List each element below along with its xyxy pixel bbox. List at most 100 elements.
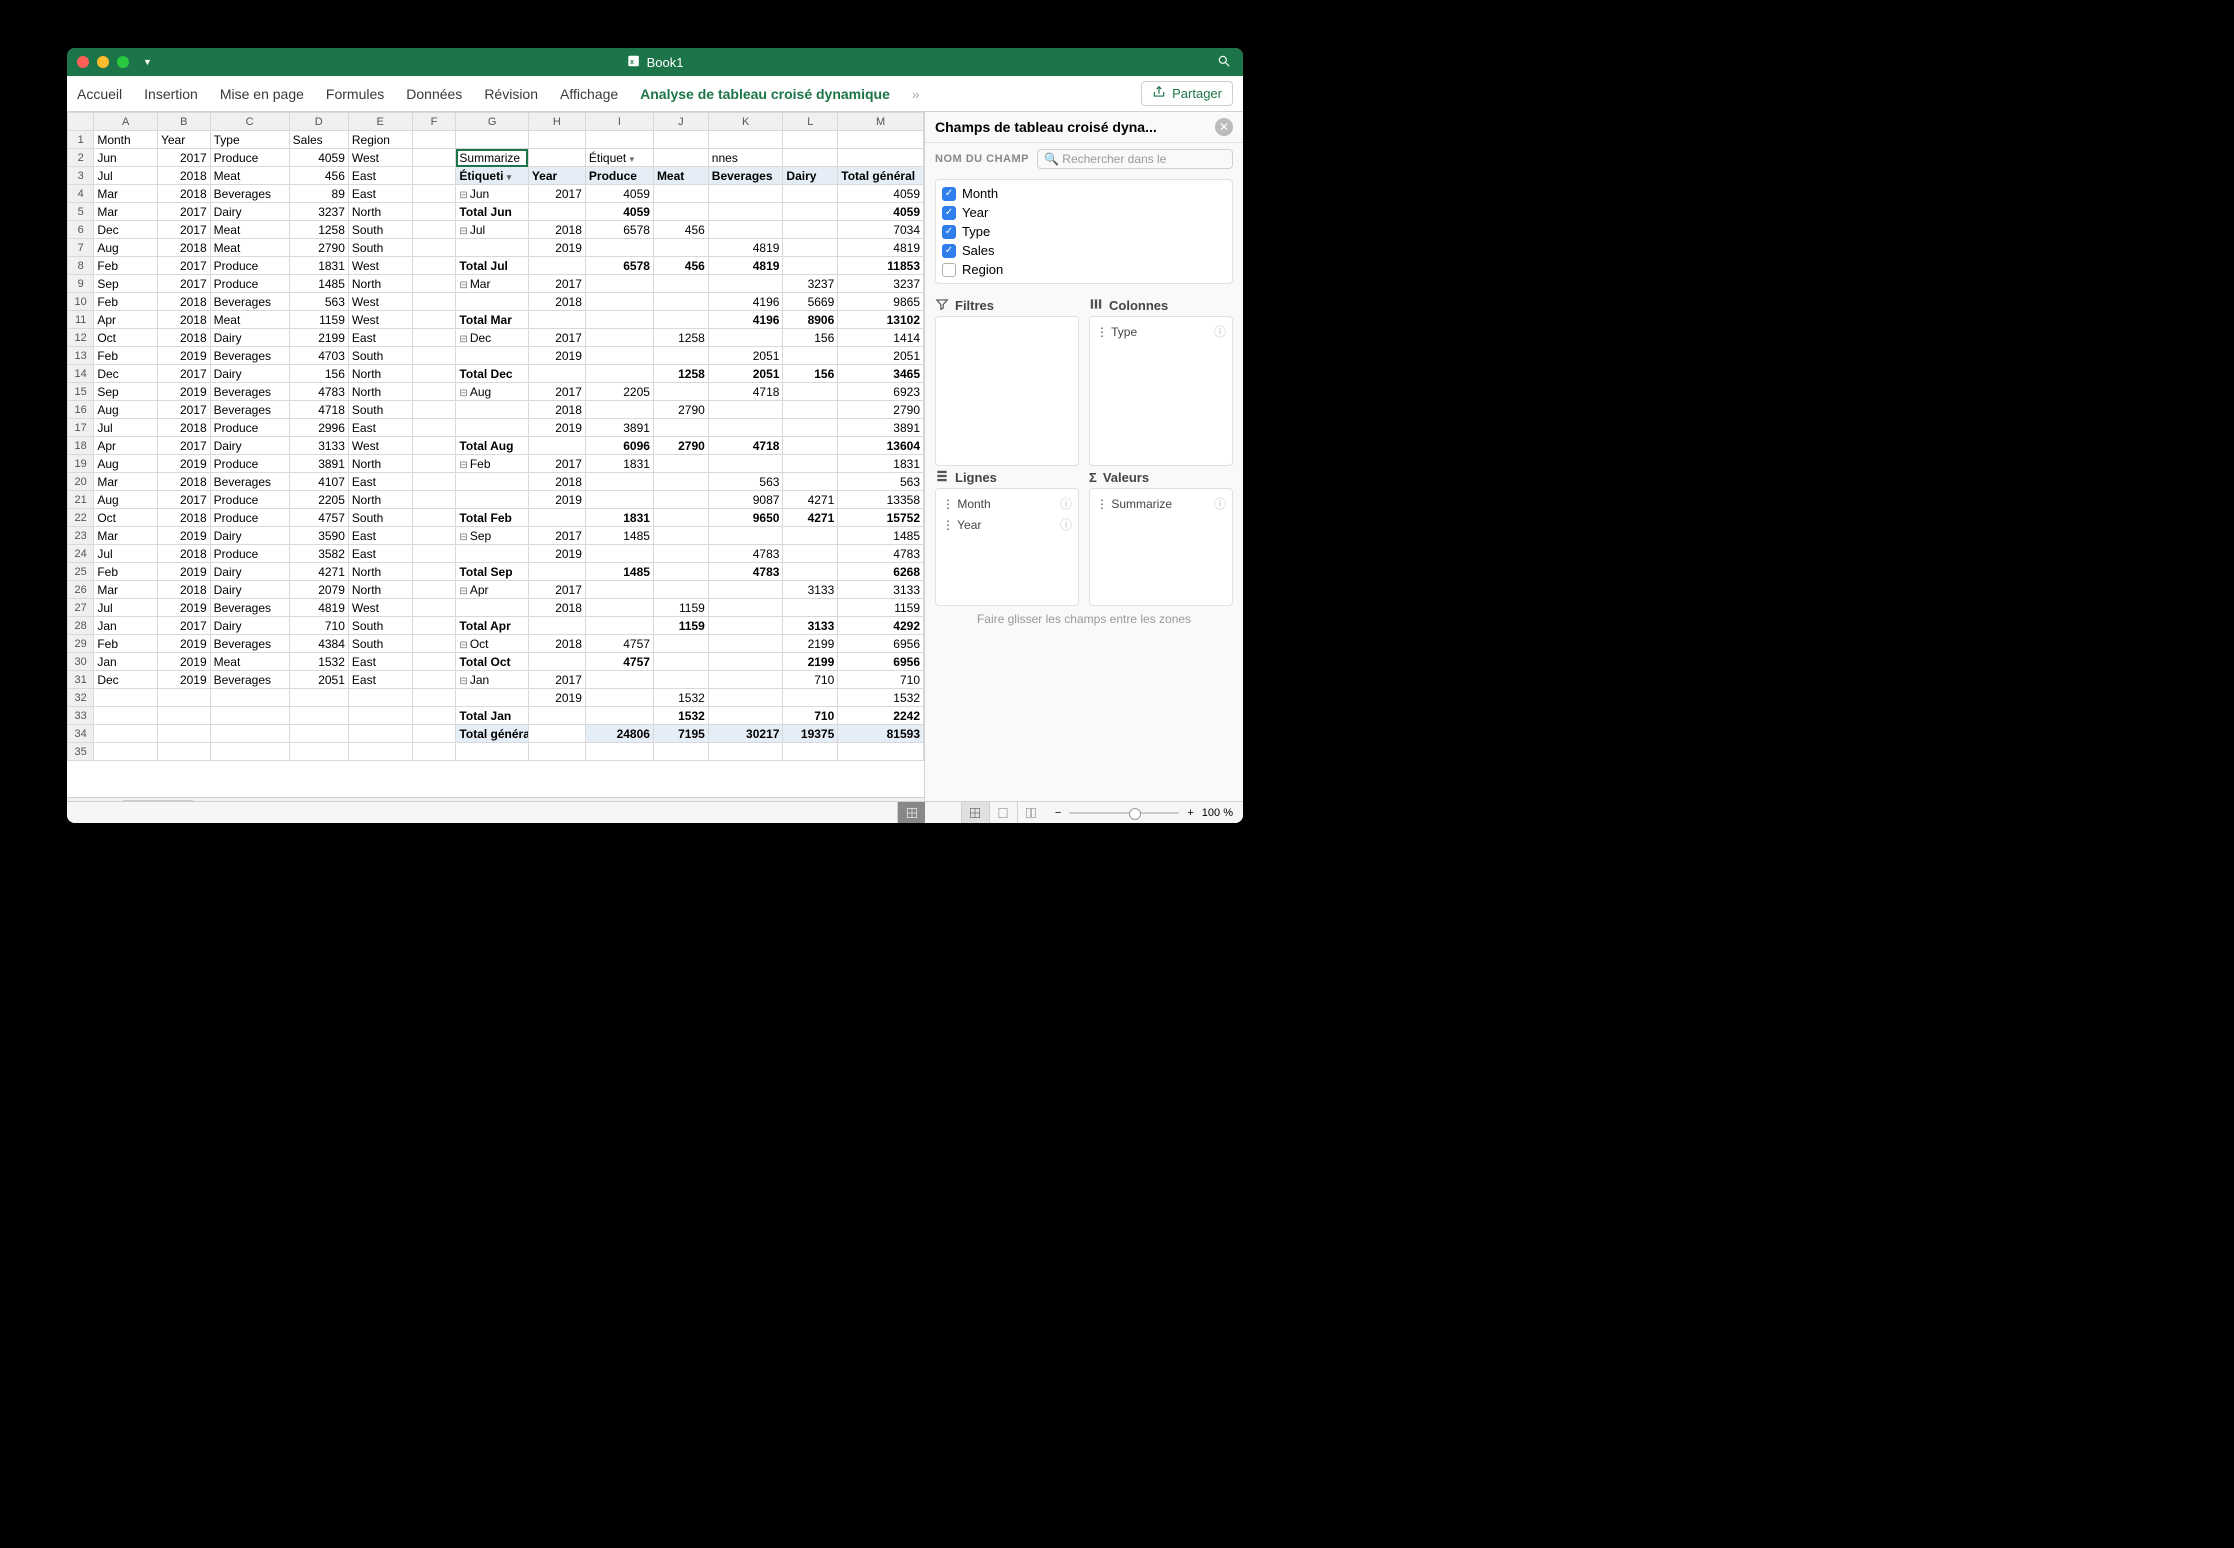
row-header[interactable]: 11 bbox=[68, 311, 94, 329]
cell[interactable]: ⊟Apr bbox=[456, 581, 528, 599]
cell[interactable]: 2018 bbox=[528, 221, 585, 239]
row-header[interactable]: 18 bbox=[68, 437, 94, 455]
cell[interactable]: 4271 bbox=[783, 491, 838, 509]
quick-access-chevron-icon[interactable]: ▼ bbox=[143, 57, 152, 67]
row-header[interactable]: 30 bbox=[68, 653, 94, 671]
cell[interactable]: Total Dec bbox=[456, 365, 528, 383]
field-search-input[interactable]: 🔍 Rechercher dans le bbox=[1037, 149, 1233, 169]
cell[interactable]: Total Aug bbox=[456, 437, 528, 455]
cell[interactable]: Beverages bbox=[708, 167, 783, 185]
cell[interactable]: 1159 bbox=[653, 599, 708, 617]
cell[interactable]: 563 bbox=[708, 473, 783, 491]
column-header[interactable]: G bbox=[456, 113, 528, 131]
cell[interactable]: ⊟Jul bbox=[456, 221, 528, 239]
row-header[interactable]: 14 bbox=[68, 365, 94, 383]
cell[interactable]: 4819 bbox=[838, 239, 924, 257]
cell[interactable]: 3891 bbox=[585, 419, 653, 437]
tab-insertion[interactable]: Insertion bbox=[144, 86, 198, 102]
cell[interactable]: 3133 bbox=[838, 581, 924, 599]
cell[interactable]: 4059 bbox=[585, 203, 653, 221]
column-header[interactable]: H bbox=[528, 113, 585, 131]
row-header[interactable]: 9 bbox=[68, 275, 94, 293]
dropdown-icon[interactable]: ▾ bbox=[630, 154, 635, 165]
cell[interactable]: 4271 bbox=[783, 509, 838, 527]
cell[interactable]: 2019 bbox=[528, 347, 585, 365]
cell[interactable]: 1485 bbox=[585, 527, 653, 545]
cell[interactable]: 1532 bbox=[653, 707, 708, 725]
cell[interactable]: 2018 bbox=[528, 635, 585, 653]
cell[interactable]: 2018 bbox=[528, 599, 585, 617]
cell[interactable]: 9650 bbox=[708, 509, 783, 527]
cell[interactable]: ⊟Sep bbox=[456, 527, 528, 545]
tab-accueil[interactable]: Accueil bbox=[77, 86, 122, 102]
area-item-summarize[interactable]: ⋮ Summarizeⓘ bbox=[1096, 493, 1226, 514]
cell[interactable]: 81593 bbox=[838, 725, 924, 743]
cell[interactable]: 3237 bbox=[783, 275, 838, 293]
cell[interactable]: Total Sep bbox=[456, 563, 528, 581]
column-header[interactable]: L bbox=[783, 113, 838, 131]
cell[interactable]: Dairy bbox=[783, 167, 838, 185]
cell[interactable]: 3133 bbox=[783, 617, 838, 635]
row-header[interactable]: 24 bbox=[68, 545, 94, 563]
cell[interactable]: 1485 bbox=[838, 527, 924, 545]
row-header[interactable]: 28 bbox=[68, 617, 94, 635]
row-header[interactable]: 26 bbox=[68, 581, 94, 599]
cell[interactable]: Meat bbox=[653, 167, 708, 185]
column-header[interactable]: E bbox=[348, 113, 412, 131]
cell[interactable]: 2790 bbox=[653, 437, 708, 455]
cell[interactable]: 2018 bbox=[528, 473, 585, 491]
area-item-type[interactable]: ⋮ Typeⓘ bbox=[1096, 321, 1226, 342]
cell[interactable]: 2242 bbox=[838, 707, 924, 725]
cell[interactable]: 13604 bbox=[838, 437, 924, 455]
columns-drop-area[interactable]: ⋮ Typeⓘ bbox=[1089, 316, 1233, 466]
tab-affichage[interactable]: Affichage bbox=[560, 86, 618, 102]
cell[interactable]: 1258 bbox=[653, 365, 708, 383]
cell[interactable]: 1831 bbox=[838, 455, 924, 473]
row-header[interactable]: 33 bbox=[68, 707, 94, 725]
cell[interactable]: 1485 bbox=[585, 563, 653, 581]
fullscreen-window-button[interactable] bbox=[117, 56, 129, 68]
minimize-window-button[interactable] bbox=[97, 56, 109, 68]
cell[interactable]: 156 bbox=[783, 329, 838, 347]
cell[interactable]: 1831 bbox=[585, 455, 653, 473]
cell[interactable]: 2199 bbox=[783, 635, 838, 653]
tab-donnees[interactable]: Données bbox=[406, 86, 462, 102]
checkbox-icon[interactable] bbox=[942, 263, 956, 277]
zoom-in-button[interactable]: + bbox=[1187, 807, 1193, 819]
cell[interactable]: 6096 bbox=[585, 437, 653, 455]
cell[interactable]: Total Feb bbox=[456, 509, 528, 527]
cell[interactable]: 15752 bbox=[838, 509, 924, 527]
cell[interactable]: 563 bbox=[838, 473, 924, 491]
cell[interactable]: 7195 bbox=[653, 725, 708, 743]
column-header[interactable]: F bbox=[412, 113, 456, 131]
column-header[interactable]: D bbox=[289, 113, 348, 131]
row-header[interactable]: 12 bbox=[68, 329, 94, 347]
cell[interactable]: 6578 bbox=[585, 221, 653, 239]
column-header[interactable]: I bbox=[585, 113, 653, 131]
cell[interactable]: Total Mar bbox=[456, 311, 528, 329]
cell[interactable]: 2017 bbox=[528, 329, 585, 347]
cell[interactable]: ⊟Dec bbox=[456, 329, 528, 347]
cell[interactable]: 5669 bbox=[783, 293, 838, 311]
row-header[interactable]: 4 bbox=[68, 185, 94, 203]
cell[interactable]: 2017 bbox=[528, 275, 585, 293]
cell[interactable]: 4196 bbox=[708, 311, 783, 329]
search-icon[interactable] bbox=[1217, 54, 1231, 73]
cell[interactable]: 6268 bbox=[838, 563, 924, 581]
cell[interactable]: 2019 bbox=[528, 689, 585, 707]
spreadsheet-grid[interactable]: ABCDEFGHIJKLM1MonthYearTypeSalesRegion2J… bbox=[67, 112, 924, 797]
row-header[interactable]: 31 bbox=[68, 671, 94, 689]
cell[interactable]: 4059 bbox=[838, 203, 924, 221]
cell[interactable]: 24806 bbox=[585, 725, 653, 743]
cell[interactable]: 1831 bbox=[585, 509, 653, 527]
view-page-layout-button[interactable] bbox=[989, 802, 1017, 823]
collapse-icon[interactable]: ⊟ bbox=[459, 676, 467, 687]
cell[interactable]: 2017 bbox=[528, 455, 585, 473]
row-header[interactable]: 32 bbox=[68, 689, 94, 707]
column-header[interactable]: J bbox=[653, 113, 708, 131]
cell[interactable]: 2017 bbox=[528, 581, 585, 599]
row-header[interactable]: 5 bbox=[68, 203, 94, 221]
cell[interactable]: ⊟Feb bbox=[456, 455, 528, 473]
cell[interactable]: 9087 bbox=[708, 491, 783, 509]
values-drop-area[interactable]: ⋮ Summarizeⓘ bbox=[1089, 488, 1233, 606]
